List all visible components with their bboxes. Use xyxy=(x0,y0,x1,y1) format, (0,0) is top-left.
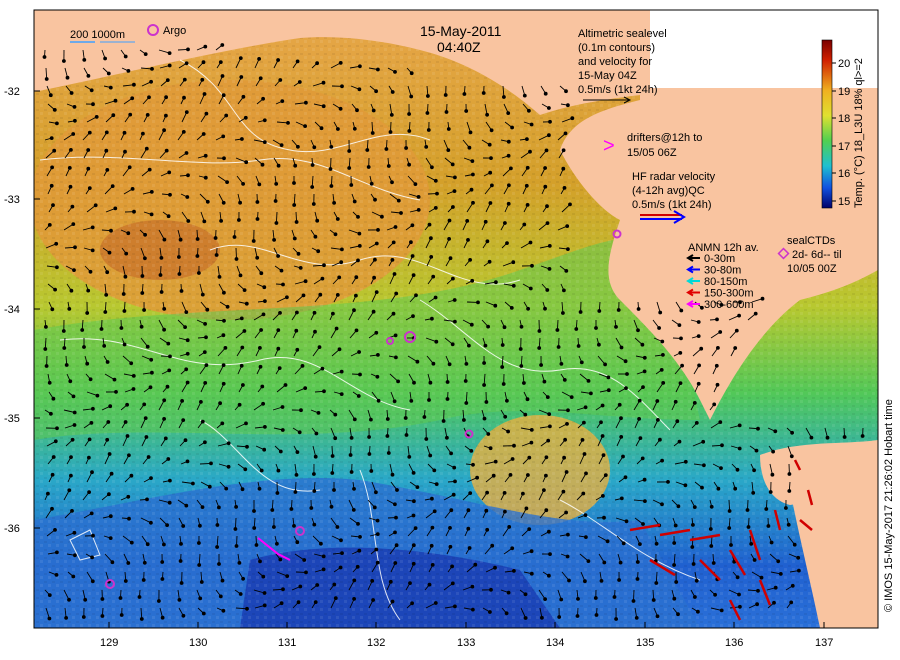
credit-text: © IMOS 15-May-2017 21:26:02 Hobart time xyxy=(883,399,895,612)
svg-text:sealCTDs: sealCTDs xyxy=(787,235,836,247)
map-date: 15-May-2011 xyxy=(420,23,502,39)
y-tick-label: -33 xyxy=(4,194,20,206)
y-tick-label: -34 xyxy=(4,304,20,316)
anmn-legend-item: 30-80m xyxy=(704,265,741,277)
anmn-legend-item: 0-30m xyxy=(704,253,735,265)
anmn-legend-item: 80-150m xyxy=(704,276,747,288)
svg-text:(4-12h avg)QC: (4-12h avg)QC xyxy=(632,185,705,197)
colorbar-tick: 17 xyxy=(838,141,850,153)
y-tick-label: -35 xyxy=(4,413,20,425)
colorbar-tick: 20 xyxy=(838,58,850,70)
colorbar-tick: 19 xyxy=(838,86,850,98)
x-tick-label: 130 xyxy=(189,637,207,649)
map-time: 04:40Z xyxy=(437,39,481,55)
colorbar-ramp xyxy=(821,39,833,209)
argo-legend-label: Argo xyxy=(163,25,186,37)
svg-text:10/05 00Z: 10/05 00Z xyxy=(787,263,837,275)
svg-text:(0.1m contours): (0.1m contours) xyxy=(578,42,655,54)
sst-map[interactable]: 15-May-2011 04:40Z 200 1000m Argo Altime… xyxy=(0,0,900,660)
colorbar-tick: 18 xyxy=(838,113,850,125)
colorbar-label: Temp. (°C) 18_L3U 18% ql>=2 xyxy=(853,58,865,208)
anmn-legend-item: 150-300m xyxy=(704,288,754,300)
svg-text:Altimetric sealevel: Altimetric sealevel xyxy=(578,28,667,40)
svg-text:15/05 06Z: 15/05 06Z xyxy=(627,147,677,159)
svg-text:2d- 6d-- til: 2d- 6d-- til xyxy=(792,249,842,261)
x-tick-label: 133 xyxy=(457,637,475,649)
white-inset xyxy=(650,10,878,88)
seal-ctd-legend: sealCTDs 2d- 6d-- til 10/05 00Z xyxy=(777,235,842,275)
x-tick-label: 135 xyxy=(636,637,654,649)
x-tick-label: 131 xyxy=(278,637,296,649)
drifter-symbol: > xyxy=(603,135,615,157)
svg-text:0.5m/s (1kt 24h): 0.5m/s (1kt 24h) xyxy=(578,84,657,96)
x-tick-label: 137 xyxy=(815,637,833,649)
svg-text:drifters@12h to: drifters@12h to xyxy=(627,132,702,144)
x-tick-label: 136 xyxy=(725,637,743,649)
svg-text:0.5m/s (1kt 24h): 0.5m/s (1kt 24h) xyxy=(632,199,711,211)
colorbar-tick: 16 xyxy=(838,168,850,180)
svg-text:15-May 04Z: 15-May 04Z xyxy=(578,70,637,82)
colorbar-tick: 15 xyxy=(838,196,850,208)
x-tick-label: 134 xyxy=(546,637,564,649)
y-tick-label: -32 xyxy=(4,86,20,98)
anmn-legend-item: 300-600m xyxy=(704,299,754,311)
x-tick-label: 129 xyxy=(100,637,118,649)
isobath-legend: 200 1000m xyxy=(70,29,125,41)
y-tick-label: -36 xyxy=(4,523,20,535)
svg-text:and velocity for: and velocity for xyxy=(578,56,652,68)
x-tick-label: 132 xyxy=(367,637,385,649)
svg-text:HF radar velocity: HF radar velocity xyxy=(632,171,716,183)
